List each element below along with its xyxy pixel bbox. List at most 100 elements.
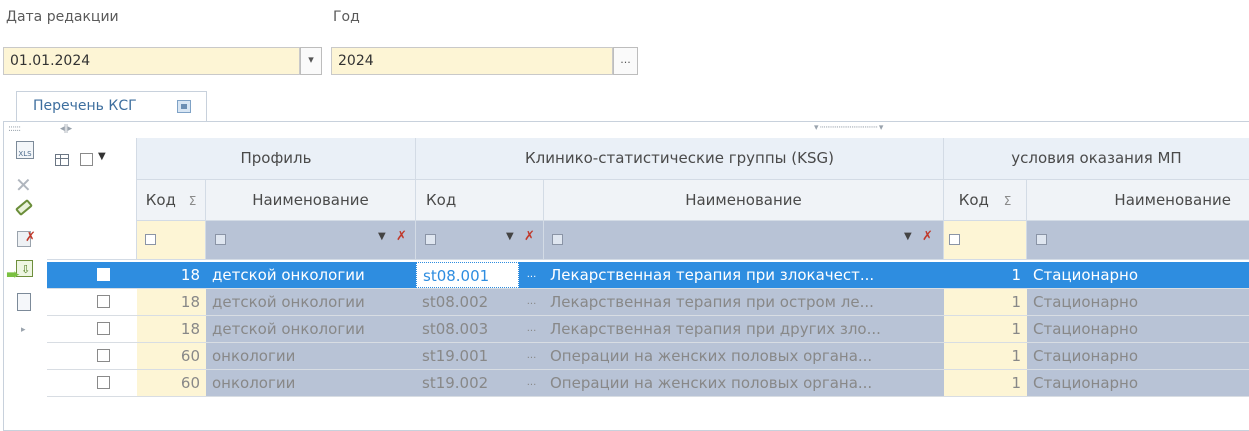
col-header-cond-code[interactable]: Код Σ: [944, 180, 1027, 221]
col-header-cond-name[interactable]: Наименование: [1027, 180, 1249, 221]
edition-date-field[interactable]: 01.01.2024: [3, 47, 300, 75]
ellipsis-icon: ...: [620, 53, 631, 66]
select-menu-chevron-icon[interactable]: ▼: [98, 151, 106, 162]
tab-ksg-list[interactable]: Перечень КСГ: [16, 91, 207, 122]
cell-profile-name[interactable]: детской онкологии: [206, 316, 416, 342]
cell-cond-code[interactable]: 1: [944, 262, 1027, 288]
cell-ksg-name[interactable]: Лекарственная терапия при других зло...: [544, 316, 944, 342]
group-header-ksg: Клинико-статистические группы (KSG): [416, 138, 944, 180]
cell-ksg-ellipsis-button[interactable]: ...: [519, 343, 544, 369]
clear-filter-icon[interactable]: ✗: [396, 229, 407, 244]
row-checkbox[interactable]: [97, 349, 110, 362]
cell-profile-name[interactable]: онкологии: [206, 370, 416, 396]
filter-cond-code[interactable]: [944, 221, 1027, 260]
cell-ksg-code[interactable]: st19.002: [416, 370, 519, 396]
cell-cond-name[interactable]: Стационарно: [1027, 316, 1249, 342]
document-icon[interactable]: [17, 293, 31, 311]
edit-eraser-icon[interactable]: [14, 198, 34, 217]
cell-ksg-name[interactable]: Операции на женских половых органа...: [544, 370, 944, 396]
cell-cond-code[interactable]: 1: [944, 370, 1027, 396]
cell-ksg-name[interactable]: Лекарственная терапия при остром ле...: [544, 289, 944, 315]
year-label: Год: [333, 9, 360, 25]
year-ellipsis-button[interactable]: ...: [613, 47, 638, 75]
cell-ksg-ellipsis-button[interactable]: ...: [519, 316, 544, 342]
col-header-profile-code[interactable]: Код Σ: [137, 180, 206, 221]
cell-ksg-code[interactable]: st08.001: [416, 262, 519, 288]
row-checkbox[interactable]: [97, 376, 110, 389]
row-selector[interactable]: [47, 343, 137, 369]
filter-ksg-name[interactable]: ▼ ✗: [544, 221, 944, 260]
group-header-profile: Профиль: [137, 138, 416, 180]
top-splitter-grip[interactable]: ▾ ······························· ▾: [814, 123, 883, 133]
cell-profile-code[interactable]: 18: [137, 262, 206, 288]
row-selector[interactable]: [47, 316, 137, 342]
row-checkbox[interactable]: [97, 268, 110, 281]
select-all-checkbox[interactable]: [80, 153, 93, 166]
row-selector[interactable]: [47, 289, 137, 315]
filter-cond-name[interactable]: [1027, 221, 1249, 260]
sum-icon: Σ: [188, 194, 197, 208]
chevron-down-icon[interactable]: ▼: [904, 231, 912, 242]
cell-cond-name[interactable]: Стационарно: [1027, 343, 1249, 369]
clear-filter-icon[interactable]: ✗: [922, 229, 933, 244]
cell-profile-name[interactable]: онкологии: [206, 343, 416, 369]
cell-ksg-name[interactable]: Лекарственная терапия при злокачест...: [544, 262, 944, 288]
cell-ksg-ellipsis-button[interactable]: ...: [519, 262, 544, 288]
chevron-down-icon[interactable]: ▼: [506, 231, 514, 242]
group-header-conditions: условия оказания МП: [944, 138, 1249, 180]
cell-cond-code[interactable]: 1: [944, 316, 1027, 342]
tab-window-icon[interactable]: [177, 100, 191, 113]
col-header-profile-name[interactable]: Наименование: [206, 180, 416, 221]
edition-date-label: Дата редакции: [6, 9, 119, 25]
filter-profile-code[interactable]: [137, 221, 206, 260]
row-checkbox[interactable]: [97, 322, 110, 335]
text-filter-icon: [949, 234, 960, 245]
cell-profile-code[interactable]: 18: [137, 316, 206, 342]
cell-ksg-code[interactable]: st08.003: [416, 316, 519, 342]
cell-profile-code[interactable]: 60: [137, 370, 206, 396]
toolbar-expand-icon[interactable]: ▸: [21, 325, 26, 335]
export-xls-icon[interactable]: XLS: [16, 141, 34, 159]
cell-cond-name[interactable]: Стационарно: [1027, 289, 1249, 315]
delete-icon[interactable]: ✕: [15, 173, 32, 197]
clear-filter-pin-icon[interactable]: ✗: [25, 230, 36, 245]
cell-cond-name[interactable]: Стационарно: [1027, 262, 1249, 288]
col-header-ksg-code[interactable]: Код: [416, 180, 544, 221]
table-row[interactable]: 18 детской онкологии st08.002... Лекарствен…: [47, 289, 1249, 316]
cell-cond-code[interactable]: 1: [944, 343, 1027, 369]
filter-row-corner: ✗: [25, 221, 137, 260]
cell-cond-code[interactable]: 1: [944, 289, 1027, 315]
row-selector[interactable]: [47, 370, 137, 396]
table-row[interactable]: 60 онкологии st19.002... Операции на женски…: [47, 370, 1249, 397]
list-filter-icon: [425, 234, 436, 245]
clear-filter-icon[interactable]: ✗: [524, 229, 535, 244]
cell-profile-name[interactable]: детской онкологии: [206, 262, 416, 288]
row-selector[interactable]: [47, 262, 137, 288]
cell-profile-code[interactable]: 60: [137, 343, 206, 369]
col-header-label: Код: [958, 191, 989, 209]
cell-cond-name[interactable]: Стационарно: [1027, 370, 1249, 396]
tab-label: Перечень КСГ: [33, 98, 137, 114]
row-checkbox[interactable]: [97, 295, 110, 308]
cell-ksg-code[interactable]: st19.001: [416, 343, 519, 369]
filter-profile-name[interactable]: ▼ ✗: [206, 221, 416, 260]
list-filter-icon: [552, 234, 563, 245]
table-row[interactable]: ➨ 18 детской онкологии st08.001... Лекарстве…: [6, 262, 1249, 289]
chevron-down-icon[interactable]: ▼: [378, 231, 386, 242]
year-field[interactable]: 2024: [331, 47, 613, 75]
cell-ksg-code[interactable]: st08.002: [416, 289, 519, 315]
cell-ksg-name[interactable]: Операции на женских половых органа...: [544, 343, 944, 369]
table-row[interactable]: 60 онкологии st19.001... Операции на женски…: [47, 343, 1249, 370]
cell-ksg-ellipsis-button[interactable]: ...: [519, 370, 544, 396]
cell-profile-name[interactable]: детской онкологии: [206, 289, 416, 315]
table-row[interactable]: 18 детской онкологии st08.003... Лекарствен…: [47, 316, 1249, 343]
list-filter-icon: [215, 234, 226, 245]
edition-date-dropdown-button[interactable]: ▾: [300, 47, 322, 75]
column-chooser-icon[interactable]: [55, 154, 69, 166]
col-header-ksg-name[interactable]: Наименование: [544, 180, 944, 221]
cell-ksg-ellipsis-button[interactable]: ...: [519, 289, 544, 315]
filter-ksg-code[interactable]: ▼ ✗: [416, 221, 544, 260]
cell-profile-code[interactable]: 18: [137, 289, 206, 315]
column-resize-grip[interactable]: ◂||▸: [60, 124, 72, 134]
col-header-label: Код: [145, 191, 176, 209]
